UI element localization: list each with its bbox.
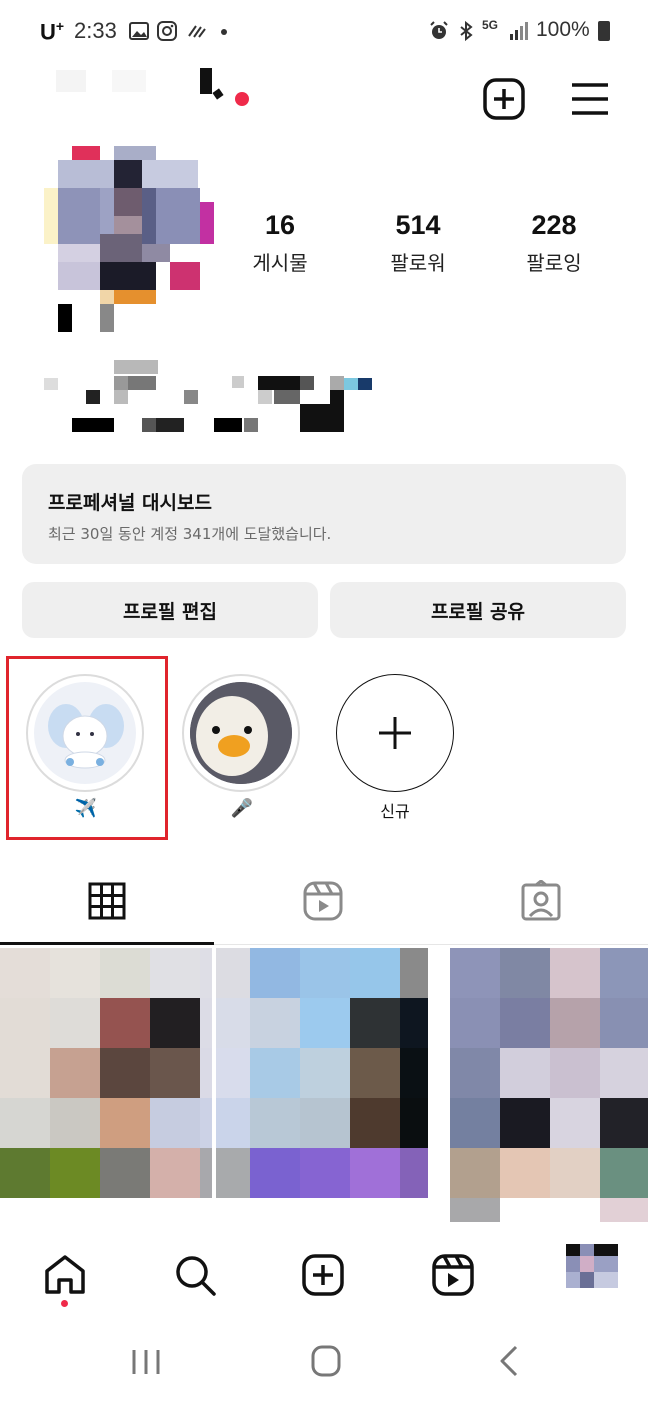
dropdown-icon[interactable] — [212, 88, 224, 100]
recent-apps-icon[interactable] — [130, 1346, 162, 1378]
tab-active-indicator — [0, 942, 214, 945]
profile-header — [0, 64, 648, 140]
gallery-icon — [129, 22, 149, 40]
plus-icon — [379, 717, 411, 749]
highlight-mic-image — [190, 682, 292, 784]
grid-icon[interactable] — [88, 882, 126, 920]
network-type: 5G — [482, 18, 499, 32]
carrier-label: U+ — [40, 18, 65, 45]
tagged-icon[interactable] — [520, 880, 562, 922]
username-blurred-2 — [112, 70, 146, 92]
username-blurred[interactable] — [56, 70, 86, 92]
post-grid — [0, 948, 648, 1230]
dashboard-subtitle: 최근 30일 동안 계정 341개에 도달했습니다. — [48, 525, 332, 543]
followers-count[interactable]: 514 팔로워 — [358, 210, 478, 276]
back-icon[interactable] — [494, 1344, 522, 1378]
dot-icon — [221, 29, 227, 35]
sync-icon — [188, 25, 206, 38]
home-activity-dot — [61, 1300, 68, 1307]
create-button[interactable] — [482, 77, 526, 121]
professional-dashboard[interactable]: 프로페셔널 대시보드 최근 30일 동안 계정 341개에 도달했습니다. — [22, 464, 626, 564]
status-time: 2:33 — [74, 18, 117, 43]
status-bar: U+ 2:33 5G 100% — [0, 0, 648, 64]
content-tabs — [0, 858, 648, 946]
notification-dot — [235, 92, 249, 106]
new-highlight-button[interactable] — [336, 674, 454, 792]
battery-icon — [598, 21, 610, 41]
highlight-mic[interactable] — [182, 674, 300, 792]
create-post-icon[interactable] — [300, 1252, 346, 1298]
battery-percent: 100% — [536, 18, 590, 41]
instagram-icon — [157, 21, 177, 41]
post-thumbnails[interactable] — [0, 948, 648, 1230]
bluetooth-icon — [460, 20, 473, 42]
username-blurred-3 — [200, 68, 212, 94]
signal-icon — [510, 22, 528, 40]
home-button-icon[interactable] — [310, 1344, 342, 1378]
highlight-mic-label: 🎤 — [230, 798, 254, 819]
following-count[interactable]: 228 팔로잉 — [494, 210, 614, 276]
home-icon[interactable] — [42, 1252, 88, 1298]
reels-icon[interactable] — [302, 880, 344, 922]
share-profile-button[interactable]: 프로필 공유 — [330, 582, 626, 638]
edit-profile-button[interactable]: 프로필 편집 — [22, 582, 318, 638]
dashboard-title: 프로페셔널 대시보드 — [48, 492, 212, 514]
reels-nav-icon[interactable] — [430, 1252, 476, 1298]
selection-highlight-box — [6, 656, 168, 840]
alarm-icon — [430, 21, 448, 39]
menu-button[interactable] — [568, 77, 612, 121]
new-highlight-label: 신규 — [380, 802, 410, 821]
system-navigation — [0, 1322, 648, 1404]
search-icon[interactable] — [172, 1252, 218, 1298]
posts-count[interactable]: 16 게시물 — [220, 210, 340, 276]
